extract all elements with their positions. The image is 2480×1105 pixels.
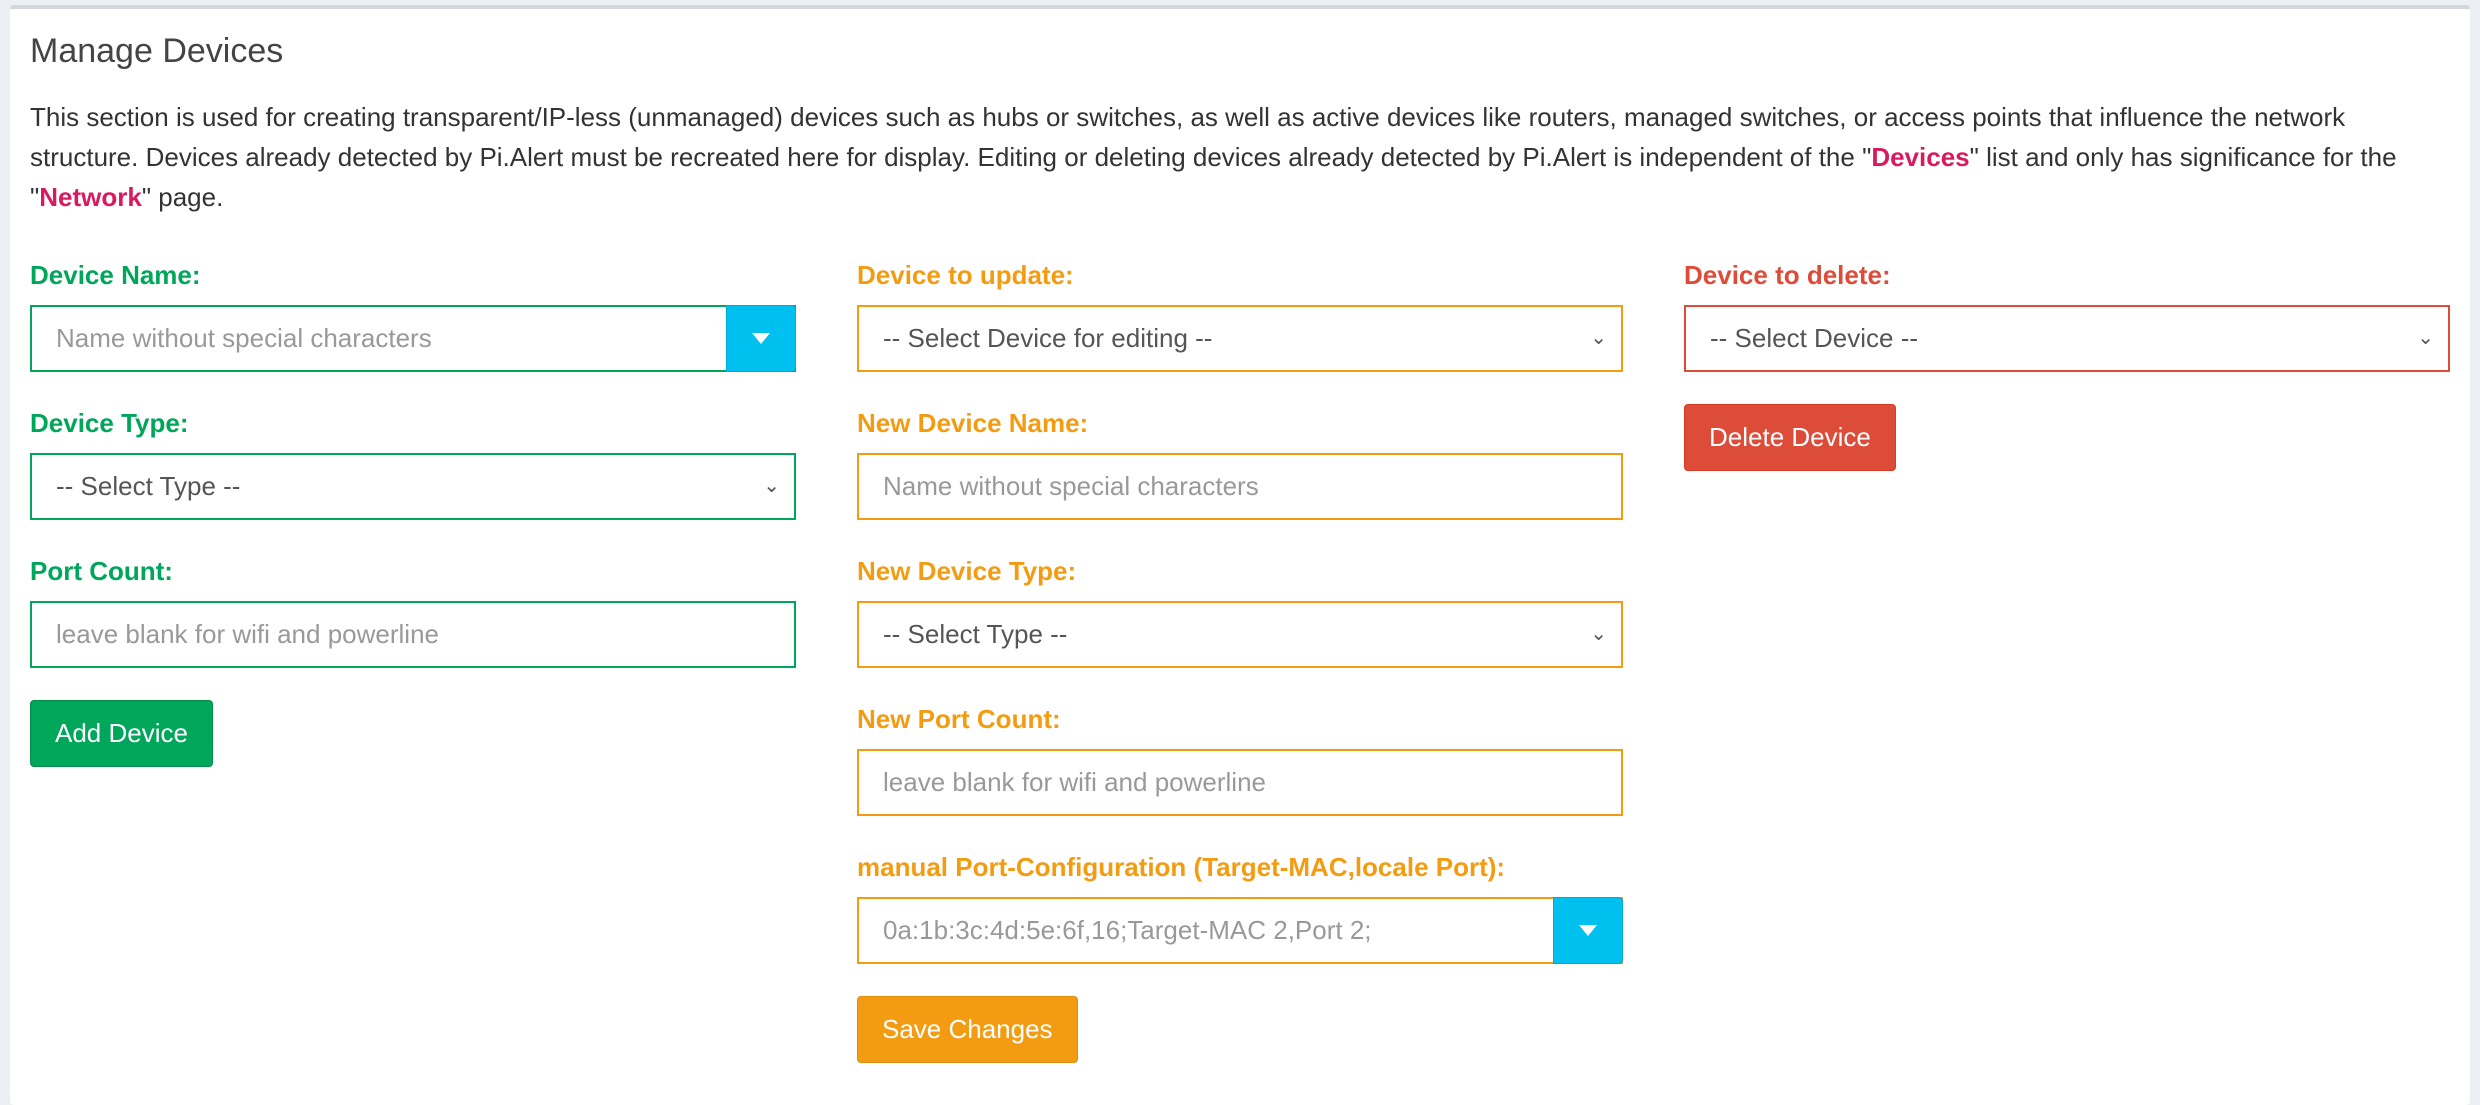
devices-link[interactable]: Devices: [1871, 142, 1969, 172]
delete-device-button[interactable]: Delete Device: [1684, 404, 1896, 471]
new-port-count-label: New Port Count:: [857, 704, 1061, 734]
device-to-delete-select[interactable]: -- Select Device -- ⌄: [1684, 305, 2450, 372]
device-type-label: Device Type:: [30, 408, 189, 438]
new-port-count-input[interactable]: leave blank for wifi and powerline: [857, 749, 1623, 816]
device-name-label: Device Name:: [30, 260, 201, 290]
chevron-down-icon: ⌄: [1590, 327, 1607, 349]
manage-devices-card: Manage Devices This section is used for …: [10, 5, 2470, 1105]
description: This section is used for creating transp…: [30, 102, 2397, 212]
add-device-button[interactable]: Add Device: [30, 700, 213, 767]
chevron-down-icon: ⌄: [763, 475, 780, 497]
device-to-delete-label: Device to delete:: [1684, 260, 1891, 290]
save-changes-button[interactable]: Save Changes: [857, 996, 1078, 1063]
card-title: Manage Devices: [30, 32, 284, 70]
caret-down-icon: [752, 333, 770, 344]
port-configuration-label: manual Port-Configuration (Target-MAC,lo…: [857, 852, 1506, 882]
network-link[interactable]: Network: [39, 182, 142, 212]
port-count-label: Port Count:: [30, 556, 173, 586]
chevron-down-icon: ⌄: [2417, 327, 2434, 349]
caret-down-icon: [1579, 925, 1597, 936]
new-device-type-select[interactable]: -- Select Type -- ⌄: [857, 601, 1623, 668]
device-name-dropdown-button[interactable]: [726, 305, 796, 372]
device-name-input[interactable]: Name without special characters: [30, 305, 796, 372]
device-to-update-select[interactable]: -- Select Device for editing -- ⌄: [857, 305, 1623, 372]
new-device-type-label: New Device Type:: [857, 556, 1077, 586]
port-configuration-dropdown-button[interactable]: [1553, 897, 1623, 964]
port-configuration-input[interactable]: 0a:1b:3c:4d:5e:6f,16;Target-MAC 2,Port 2…: [857, 897, 1623, 964]
device-type-select[interactable]: -- Select Type -- ⌄: [30, 453, 796, 520]
port-count-input[interactable]: leave blank for wifi and powerline: [30, 601, 796, 668]
new-device-name-label: New Device Name:: [857, 408, 1089, 438]
chevron-down-icon: ⌄: [1590, 623, 1607, 645]
device-to-update-label: Device to update:: [857, 260, 1074, 290]
new-device-name-input[interactable]: Name without special characters: [857, 453, 1623, 520]
